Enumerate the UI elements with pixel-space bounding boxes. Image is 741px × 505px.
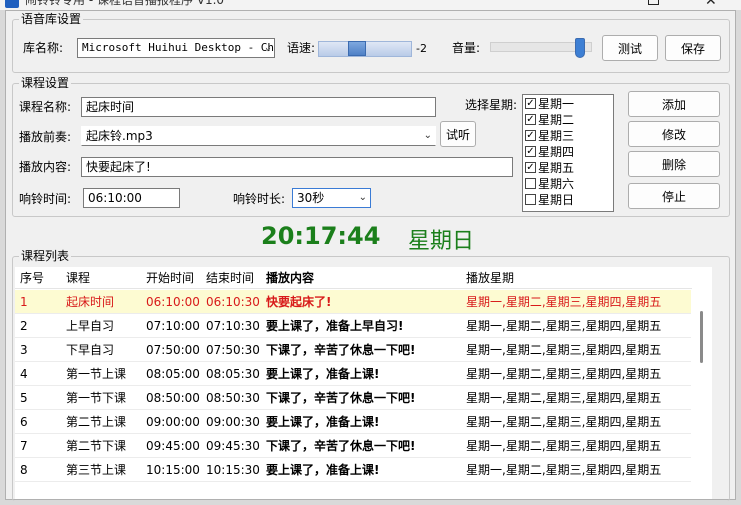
pre-play-label: 播放前奏: <box>19 130 72 144</box>
course-list-legend: 课程列表 <box>19 249 72 263</box>
window-title: 闹铃铃专用 - 课程语音播报程序 V1.0 <box>25 0 225 7</box>
weekday-item[interactable]: ✓ 星期三 <box>523 127 613 143</box>
header-end[interactable]: 结束时间 <box>206 267 254 289</box>
weekday-item[interactable]: 星期六 <box>523 175 613 191</box>
maximize-icon[interactable] <box>648 0 659 5</box>
weekday-checklist[interactable]: ✓ 星期一 ✓ 星期二 ✓ 星期三 ✓ 星期四 ✓ 星期五 星期六 星期日 <box>522 94 614 212</box>
stop-button[interactable]: 停止 <box>628 183 720 209</box>
table-row[interactable]: 6 第二节上课 09:00:00 09:00:30 要上课了，准备上课! 星期一… <box>15 410 691 434</box>
course-table[interactable]: 序号 课程 开始时间 结束时间 播放内容 播放星期 1 起床时间 06:10:0… <box>15 267 712 499</box>
volume-slider-thumb[interactable] <box>575 38 585 58</box>
table-row[interactable]: 4 第一节上课 08:05:00 08:05:30 要上课了，准备上课! 星期一… <box>15 362 691 386</box>
play-content-input[interactable]: 快要起床了! <box>81 157 513 177</box>
checkbox-icon[interactable]: ✓ <box>525 113 536 125</box>
table-scrollbar[interactable] <box>692 267 712 499</box>
ring-time-label: 响铃时间: <box>19 192 72 206</box>
weekday-item[interactable]: ✓ 星期五 <box>523 159 613 175</box>
pre-play-value: 起床铃.mp3 <box>86 129 153 143</box>
weekday-item[interactable]: ✓ 星期一 <box>523 95 613 111</box>
current-weekday: 星期日 <box>408 229 475 254</box>
checkbox-icon[interactable]: ✓ <box>525 161 536 173</box>
pre-play-combo[interactable]: 起床铃.mp3 ⌄ <box>81 126 436 146</box>
voice-library-combo[interactable]: Microsoft Huihui Desktop - Chi ⌄ <box>77 38 275 58</box>
chevron-down-icon: ⌄ <box>358 192 367 203</box>
table-row[interactable]: 3 下早自习 07:50:00 07:50:30 下课了，辛苦了休息一下吧! 星… <box>15 338 691 362</box>
save-button[interactable]: 保存 <box>665 35 721 61</box>
close-icon[interactable]: ✕ <box>705 0 717 9</box>
weekday-item[interactable]: ✓ 星期四 <box>523 143 613 159</box>
speed-slider-thumb[interactable] <box>348 41 366 56</box>
header-no[interactable]: 序号 <box>20 267 44 289</box>
table-row[interactable]: 8 第三节上课 10:15:00 10:15:30 要上课了，准备上课! 星期一… <box>15 458 691 482</box>
header-days[interactable]: 播放星期 <box>466 267 514 289</box>
header-course[interactable]: 课程 <box>66 267 90 289</box>
current-time: 20:17:44 <box>261 222 381 250</box>
checkbox-icon[interactable] <box>525 193 536 205</box>
main-window: 语音库设置 库名称: Microsoft Huihui Desktop - Ch… <box>5 10 736 501</box>
checkbox-icon[interactable]: ✓ <box>525 145 536 157</box>
chevron-down-icon: ⌄ <box>423 130 432 141</box>
speed-value: -2 <box>416 42 427 55</box>
course-name-label: 课程名称: <box>19 100 72 114</box>
table-row[interactable]: 2 上早自习 07:10:00 07:10:30 要上课了，准备上早自习! 星期… <box>15 314 691 338</box>
checkbox-icon[interactable]: ✓ <box>525 97 536 109</box>
ring-duration-combo[interactable]: 30秒 ⌄ <box>292 188 371 208</box>
content-label: 播放内容: <box>19 160 72 174</box>
scrollbar-thumb[interactable] <box>700 311 703 363</box>
edit-button[interactable]: 修改 <box>628 121 720 147</box>
voice-settings-legend: 语音库设置 <box>19 12 84 26</box>
header-content[interactable]: 播放内容 <box>266 267 314 289</box>
add-button[interactable]: 添加 <box>628 91 720 117</box>
checkbox-icon[interactable]: ✓ <box>525 129 536 141</box>
table-row[interactable]: 1 起床时间 06:10:00 06:10:30 快要起床了! 星期一,星期二,… <box>15 290 691 314</box>
table-row[interactable]: 5 第一节下课 08:50:00 08:50:30 下课了，辛苦了休息一下吧! … <box>15 386 691 410</box>
ring-duration-label: 响铃时长: <box>233 192 286 206</box>
checkbox-icon[interactable] <box>525 177 536 189</box>
ring-duration-value: 30秒 <box>297 191 325 205</box>
listen-button[interactable]: 试听 <box>440 121 476 147</box>
title-bar: 闹铃铃专用 - 课程语音播报程序 V1.0 ✕ <box>0 0 741 10</box>
delete-button[interactable]: 删除 <box>628 151 720 177</box>
table-row[interactable]: 7 第二节下课 09:45:00 09:45:30 下课了，辛苦了休息一下吧! … <box>15 434 691 458</box>
select-week-label: 选择星期: <box>465 98 518 112</box>
ring-time-input[interactable]: 06:10:00 <box>83 188 180 208</box>
voice-library-value: Microsoft Huihui Desktop - Chi <box>82 41 275 54</box>
app-icon <box>5 0 19 8</box>
speed-label: 语速: <box>287 41 316 55</box>
header-start[interactable]: 开始时间 <box>146 267 194 289</box>
library-label: 库名称: <box>23 41 64 55</box>
volume-label: 音量: <box>452 41 481 55</box>
chevron-down-icon: ⌄ <box>264 42 271 53</box>
weekday-item[interactable]: 星期日 <box>523 191 613 207</box>
table-header: 序号 课程 开始时间 结束时间 播放内容 播放星期 <box>15 267 712 289</box>
course-name-input[interactable]: 起床时间 <box>81 97 436 117</box>
course-settings-legend: 课程设置 <box>19 76 72 90</box>
test-button[interactable]: 测试 <box>602 35 658 61</box>
weekday-item[interactable]: ✓ 星期二 <box>523 111 613 127</box>
